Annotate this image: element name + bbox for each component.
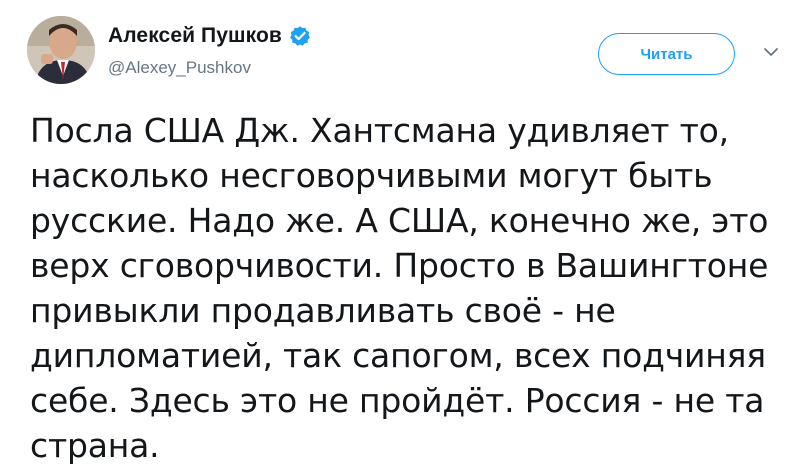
avatar[interactable]: [27, 16, 95, 84]
author-display-name[interactable]: Алексей Пушков: [108, 24, 282, 48]
follow-button[interactable]: Читать: [598, 33, 735, 75]
avatar-image: [27, 16, 95, 84]
tweet-text-line: дипломатией, так сапогом, всех подчиняя: [30, 336, 766, 375]
tweet-text-line: насколько несговорчивыми могут быть: [30, 156, 713, 195]
tweet-text-line: русские. Надо же. А США, конечно же, это: [30, 201, 769, 240]
verified-badge-icon: [289, 25, 311, 47]
author-name-row: Алексей Пушков: [108, 24, 311, 48]
tweet-text-line: привыкли продавливать своё - не: [30, 291, 616, 330]
tweet-text-line: страна.: [30, 426, 160, 465]
tweet-text-line: себе. Здесь это не пройдёт. Россия - не …: [30, 381, 765, 420]
tweet-text: Посла США Дж. Хантсмана удивляет то, нас…: [30, 108, 780, 468]
chevron-down-icon[interactable]: [763, 46, 779, 58]
tweet-card: Алексей Пушков @Alexey_Pushkov Читать По…: [0, 0, 800, 476]
tweet-text-line: Посла США Дж. Хантсмана удивляет то,: [30, 111, 729, 150]
tweet-text-line: верх сговорчивости. Просто в Вашингтоне: [30, 246, 769, 285]
author-handle[interactable]: @Alexey_Pushkov: [108, 58, 251, 78]
